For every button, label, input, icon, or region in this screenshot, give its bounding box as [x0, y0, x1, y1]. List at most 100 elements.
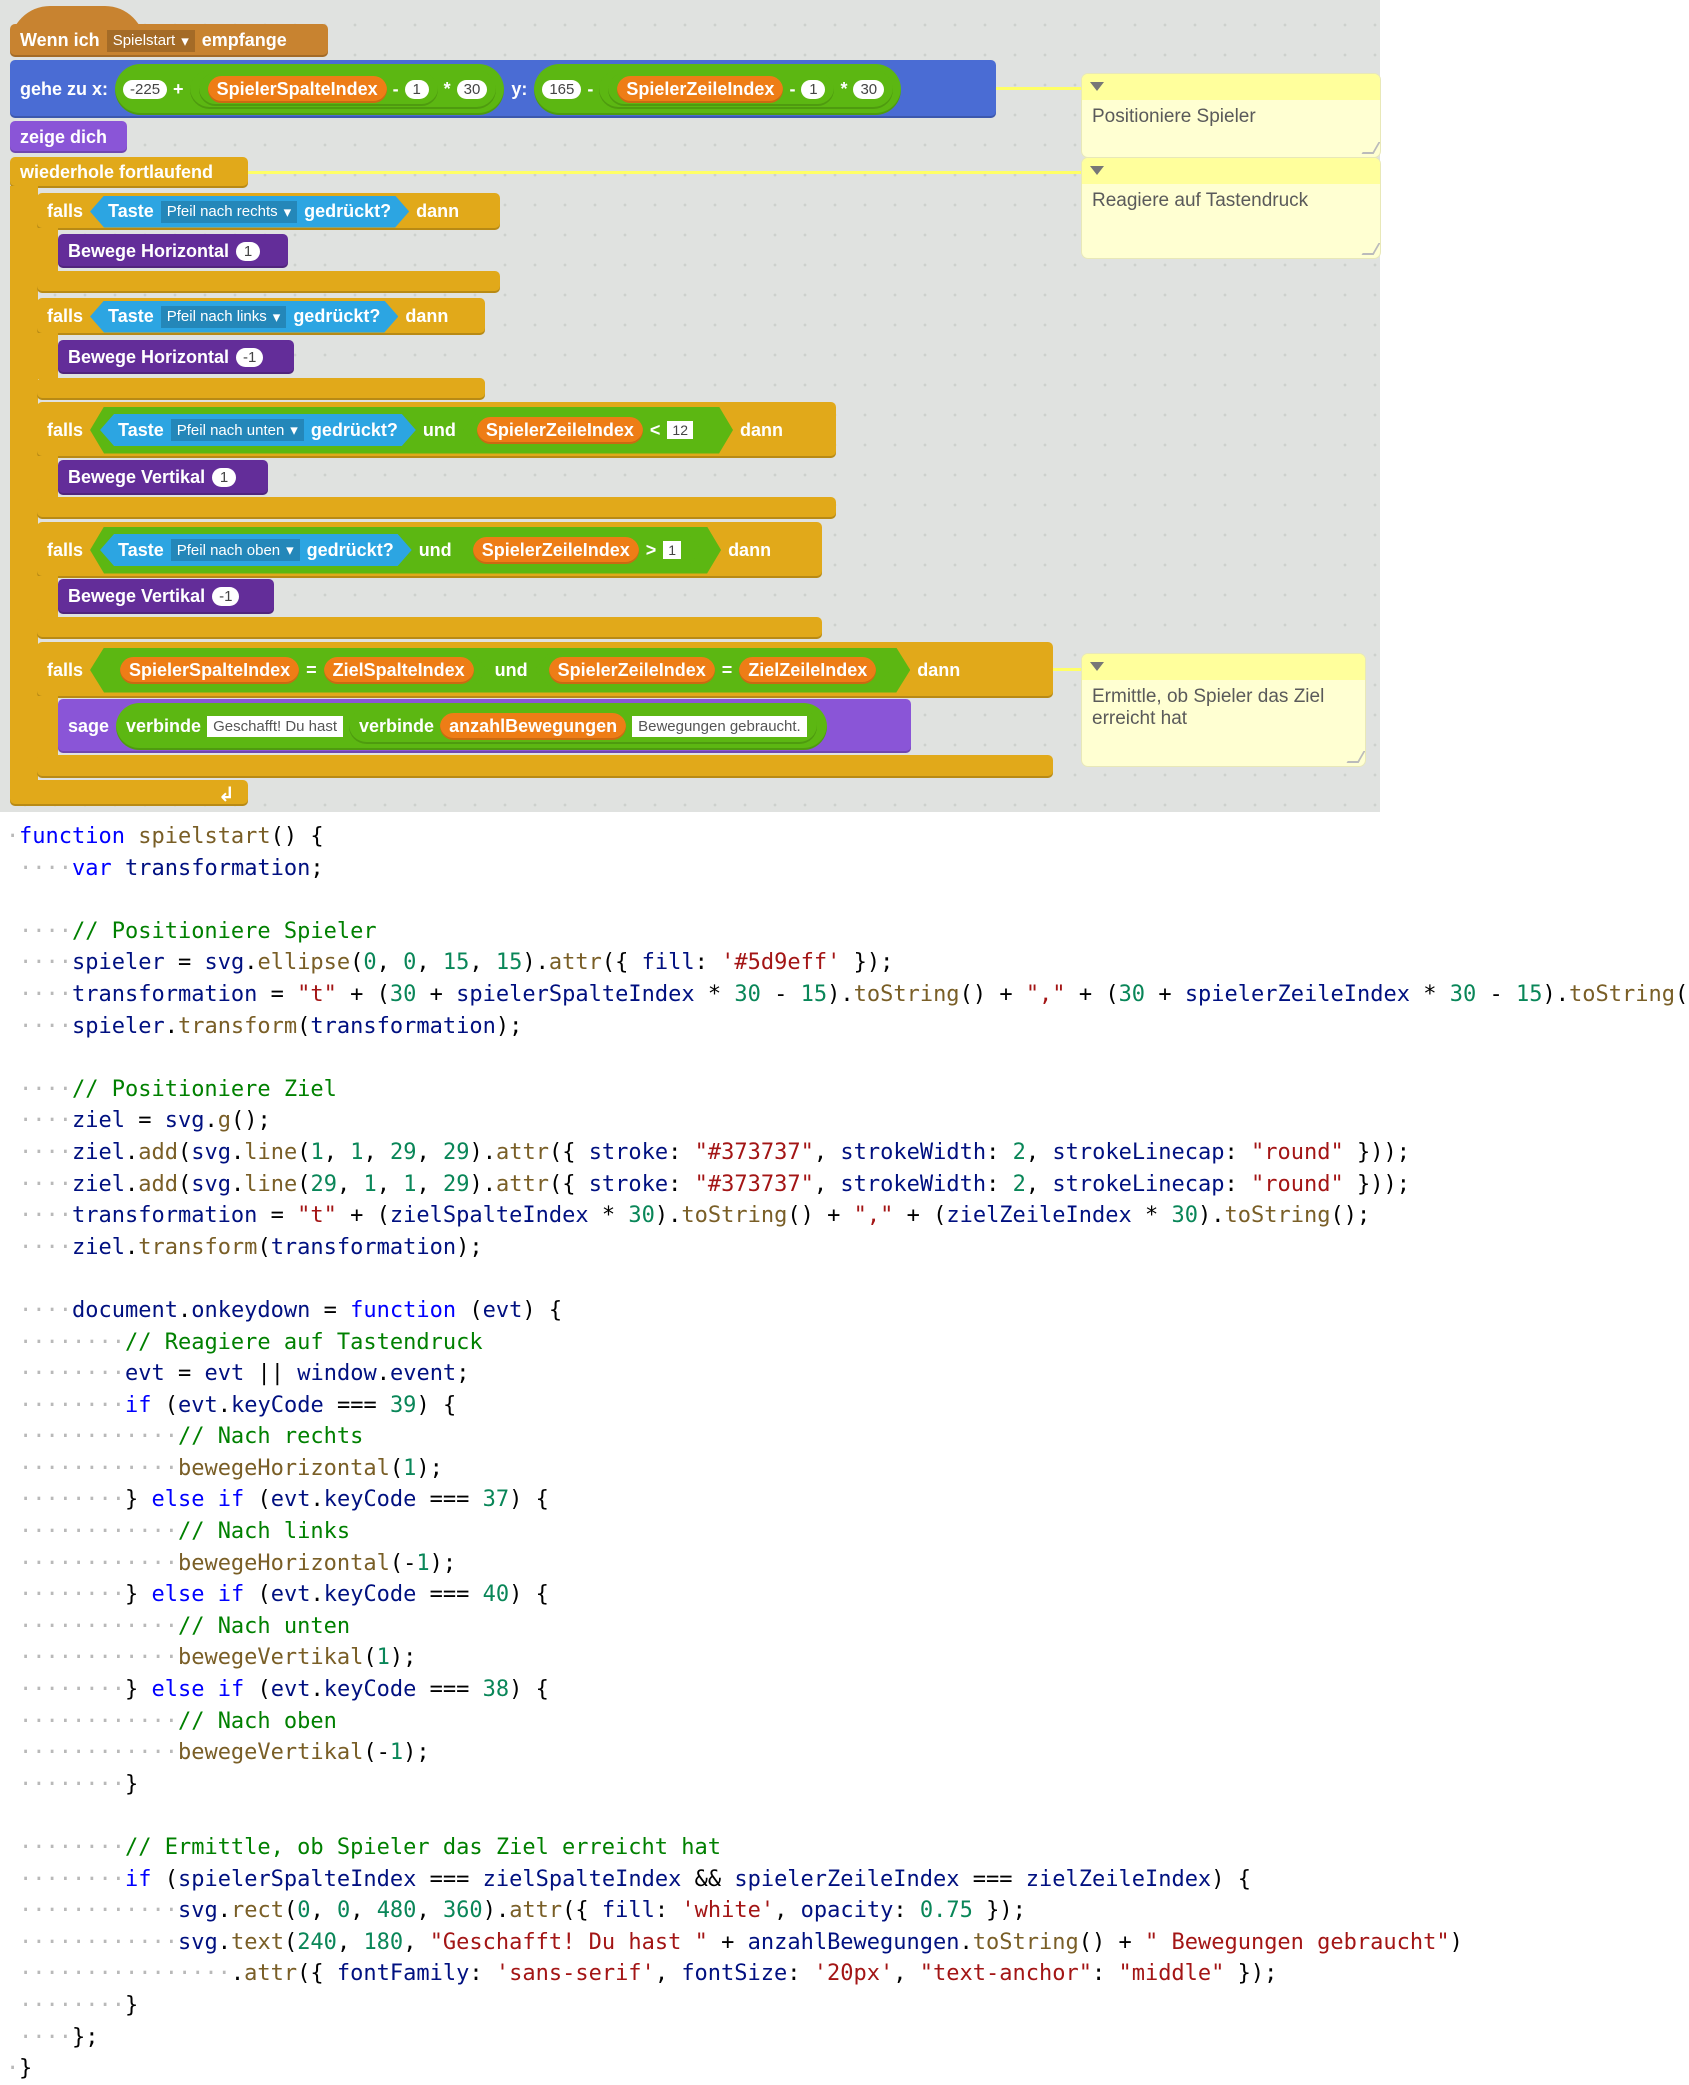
variable-reporter[interactable]: SpielerSpalteIndex [207, 75, 387, 103]
say-block[interactable]: sage verbinde Geschafft! Du hast verbind… [58, 699, 911, 753]
code-line[interactable]: ····ziel = svg.g(); [0, 1105, 1689, 1137]
code-line[interactable]: ············// Nach rechts [0, 1421, 1689, 1453]
number-input[interactable]: 1 [236, 241, 261, 261]
code-line[interactable]: ············// Nach unten [0, 1611, 1689, 1643]
collapse-triangle-icon[interactable] [1090, 662, 1104, 671]
number-input[interactable]: 1 [663, 541, 681, 559]
variable-reporter[interactable]: SpielerZeileIndex [477, 417, 643, 444]
code-line[interactable]: ····ziel.transform(transformation); [0, 1232, 1689, 1264]
move-horizontal-block[interactable]: Bewege Horizontal -1 [58, 340, 294, 374]
collapse-triangle-icon[interactable] [1090, 82, 1104, 91]
forever-block[interactable]: wiederhole fortlaufend [10, 157, 248, 188]
subtract-operator[interactable]: SpielerSpalteIndex - 1 [198, 72, 438, 106]
resize-handle-icon[interactable] [1361, 243, 1380, 255]
scratch-script-area[interactable]: Wenn ich Spielstart ▾ empfange gehe zu x:… [0, 0, 1380, 812]
code-line[interactable]: ········} [0, 1769, 1689, 1801]
variable-reporter[interactable]: anzahlBewegungen [440, 712, 627, 740]
comment-note[interactable]: Positioniere Spieler [1082, 74, 1380, 157]
code-editor[interactable]: · function spielstart() {····var transfor… [0, 821, 1689, 2085]
code-line[interactable]: ····// Positioniere Ziel [0, 1074, 1689, 1106]
variable-reporter[interactable]: SpielerZeileIndex [617, 75, 784, 103]
comment-text[interactable]: Ermittle, ob Spieler das Ziel erreicht h… [1082, 680, 1365, 736]
code-line[interactable]: ········} else if (evt.keyCode === 37) { [0, 1484, 1689, 1516]
and-operator[interactable]: Taste Pfeil nach oben ▾ gedrückt? und Spi… [90, 527, 721, 574]
code-line[interactable]: ····document.onkeydown = function (evt) … [0, 1295, 1689, 1327]
code-line[interactable]: ····ziel.add(svg.line(29, 1, 1, 29).attr… [0, 1169, 1689, 1201]
code-line[interactable]: ····ziel.add(svg.line(1, 1, 29, 29).attr… [0, 1137, 1689, 1169]
go-to-xy-block[interactable]: gehe zu x: -225 + SpielerSpalteIndex - 1… [10, 60, 996, 118]
multiply-operator[interactable]: SpielerZeileIndex - 1 * 30 [599, 69, 894, 109]
add-operator[interactable]: -225 + SpielerSpalteIndex - 1 * 30 [115, 63, 505, 115]
code-line[interactable]: ········} else if (evt.keyCode === 40) { [0, 1579, 1689, 1611]
key-dropdown[interactable]: Pfeil nach unten ▾ [171, 419, 304, 441]
code-line[interactable]: ············bewegeVertikal(1); [0, 1642, 1689, 1674]
when-i-receive-block[interactable]: Wenn ich Spielstart ▾ empfange [10, 24, 328, 57]
equals-operator[interactable]: SpielerSpalteIndex = ZielSpalteIndex [106, 654, 488, 687]
subtract-operator[interactable]: SpielerZeileIndex - 1 [608, 72, 835, 106]
key-pressed-sensor[interactable]: Taste Pfeil nach oben ▾ gedrückt? [100, 534, 412, 566]
number-input[interactable]: -225 [123, 79, 168, 99]
number-input[interactable]: 30 [456, 79, 488, 99]
variable-reporter[interactable]: SpielerZeileIndex [473, 537, 639, 564]
move-vertical-block[interactable]: Bewege Vertikal 1 [58, 460, 268, 495]
code-line[interactable] [0, 1800, 1689, 1832]
code-line[interactable]: ············bewegeHorizontal(1); [0, 1453, 1689, 1485]
number-input[interactable]: 1 [404, 79, 429, 99]
subtract-operator[interactable]: 165 - SpielerZeileIndex - 1 * 30 [534, 63, 902, 115]
number-input[interactable]: 1 [801, 79, 826, 99]
if-block-up[interactable]: falls Taste Pfeil nach oben ▾ gedrückt? u… [37, 522, 822, 578]
join-operator[interactable]: verbinde anzahlBewegungen Bewegungen geb… [349, 708, 817, 744]
number-input[interactable]: 12 [667, 421, 693, 439]
text-input[interactable]: Geschafft! Du hast [207, 715, 344, 737]
code-line[interactable]: ········} else if (evt.keyCode === 38) { [0, 1674, 1689, 1706]
number-input[interactable]: 1 [212, 468, 237, 487]
code-line[interactable]: ········if (evt.keyCode === 39) { [0, 1390, 1689, 1422]
key-dropdown[interactable]: Pfeil nach rechts ▾ [161, 201, 297, 223]
comment-note[interactable]: Ermittle, ob Spieler das Ziel erreicht h… [1082, 654, 1365, 766]
code-line[interactable]: ·} [0, 2053, 1689, 2085]
code-line[interactable]: ····transformation = "t" + (zielSpalteIn… [0, 1200, 1689, 1232]
move-vertical-block[interactable]: Bewege Vertikal -1 [58, 579, 274, 614]
code-line[interactable]: ····var transformation; [0, 853, 1689, 885]
code-line[interactable]: ············svg.text(240, 180, "Geschaff… [0, 1927, 1689, 1959]
code-line[interactable]: ········// Ermittle, ob Spieler das Ziel… [0, 1832, 1689, 1864]
key-pressed-sensor[interactable]: Taste Pfeil nach links ▾ gedrückt? [90, 301, 398, 333]
code-line[interactable]: ····spieler.transform(transformation); [0, 1011, 1689, 1043]
code-line[interactable]: ····}; [0, 2022, 1689, 2054]
code-line[interactable]: ····spieler = svg.ellipse(0, 0, 15, 15).… [0, 947, 1689, 979]
text-input[interactable]: Bewegungen gebraucht. [632, 715, 807, 737]
variable-reporter[interactable]: SpielerSpalteIndex [120, 657, 299, 684]
code-line[interactable]: ····transformation = "t" + (30 + spieler… [0, 979, 1689, 1011]
multiply-operator[interactable]: SpielerSpalteIndex - 1 * 30 [189, 69, 497, 109]
message-dropdown[interactable]: Spielstart ▾ [106, 29, 195, 52]
and-operator[interactable]: SpielerSpalteIndex = ZielSpalteIndex und… [90, 648, 910, 693]
comment-note[interactable]: Reagiere auf Tastendruck [1082, 158, 1380, 258]
code-line[interactable] [0, 884, 1689, 916]
show-block[interactable]: zeige dich [10, 121, 127, 153]
code-line[interactable]: ········if (spielerSpalteIndex === zielS… [0, 1864, 1689, 1896]
code-line[interactable]: · function spielstart() { [0, 821, 1689, 853]
and-operator[interactable]: Taste Pfeil nach unten ▾ gedrückt? und Sp… [90, 407, 733, 454]
number-input[interactable]: 30 [853, 79, 885, 99]
code-line[interactable]: ····// Positioniere Spieler [0, 916, 1689, 948]
key-pressed-sensor[interactable]: Taste Pfeil nach unten ▾ gedrückt? [100, 414, 416, 446]
if-block-goal-reached[interactable]: falls SpielerSpalteIndex = ZielSpalteInd… [37, 642, 1053, 698]
resize-handle-icon[interactable] [1346, 751, 1365, 763]
comment-text[interactable]: Positioniere Spieler [1082, 100, 1380, 134]
code-line[interactable]: ········} [0, 1990, 1689, 2022]
code-line[interactable]: ············svg.rect(0, 0, 480, 360).att… [0, 1895, 1689, 1927]
number-input[interactable]: -1 [212, 587, 240, 606]
code-line[interactable] [0, 1042, 1689, 1074]
greater-than-operator[interactable]: SpielerZeileIndex > 1 [459, 533, 701, 568]
collapse-triangle-icon[interactable] [1090, 166, 1104, 175]
number-input[interactable]: -1 [236, 347, 264, 367]
if-block-down[interactable]: falls Taste Pfeil nach unten ▾ gedrückt? … [37, 402, 836, 458]
code-line[interactable]: ············// Nach links [0, 1516, 1689, 1548]
variable-reporter[interactable]: ZielSpalteIndex [324, 657, 474, 684]
join-operator[interactable]: verbinde Geschafft! Du hast verbinde anz… [116, 702, 827, 750]
if-block-right[interactable]: falls Taste Pfeil nach rechts ▾ gedrückt?… [37, 193, 500, 230]
code-line[interactable]: ············// Nach oben [0, 1706, 1689, 1738]
code-line[interactable]: ············bewegeHorizontal(-1); [0, 1548, 1689, 1580]
comment-text[interactable]: Reagiere auf Tastendruck [1082, 184, 1380, 218]
if-block-left[interactable]: falls Taste Pfeil nach links ▾ gedrückt? … [37, 298, 485, 335]
